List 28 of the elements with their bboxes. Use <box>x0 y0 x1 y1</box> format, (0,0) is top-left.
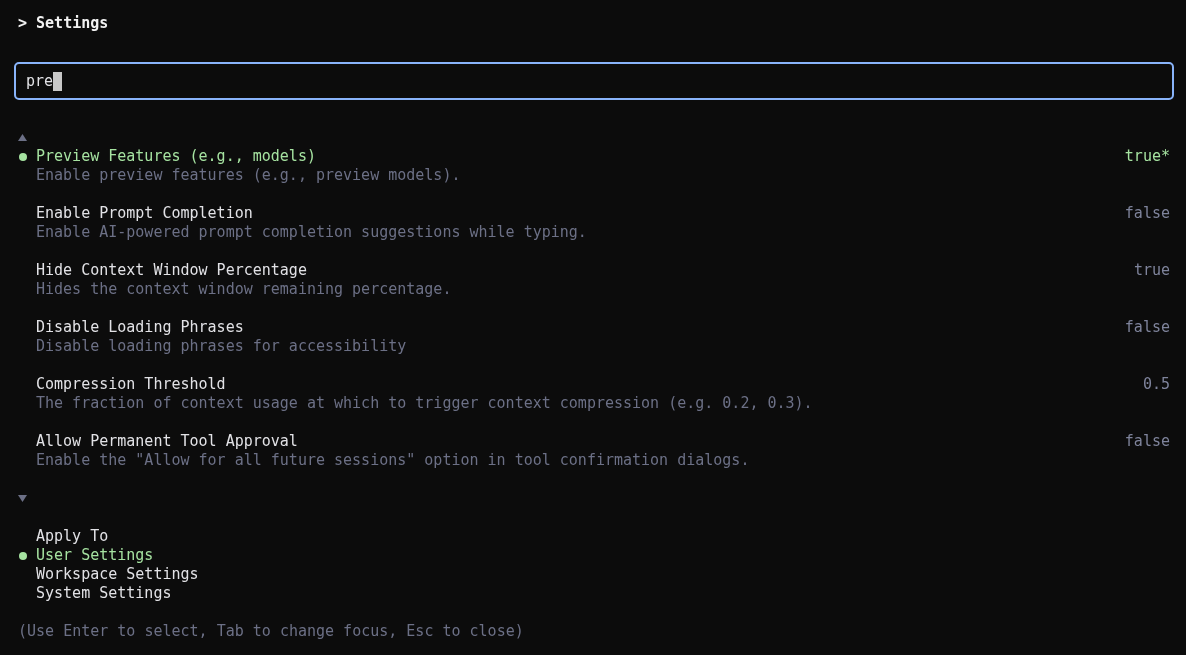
setting-description: The fraction of context usage at which to trigger context compression (e.g. 0.2, 0.3). <box>36 394 813 413</box>
setting-description: Disable loading phrases for accessibility <box>36 337 407 356</box>
apply-to-heading: Apply To <box>36 527 109 546</box>
setting-value: false <box>1124 432 1170 451</box>
settings-title: > Settings <box>18 14 109 33</box>
search-field[interactable]: pre <box>14 62 1174 100</box>
setting-value: 0.5 <box>1142 375 1170 394</box>
setting-value: false <box>1124 318 1170 337</box>
setting-label[interactable]: Compression Threshold <box>36 375 226 394</box>
setting-description: Enable preview features (e.g., preview models). <box>36 166 461 185</box>
selection-dot-icon <box>19 551 27 560</box>
scope-option[interactable]: User Settings <box>36 546 154 565</box>
setting-value: true <box>1133 261 1170 280</box>
setting-value: false <box>1124 204 1170 223</box>
setting-description: Hides the context window remaining percentage. <box>36 280 452 299</box>
scope-option[interactable]: System Settings <box>36 584 172 603</box>
setting-value: true* <box>1124 147 1170 166</box>
scope-option[interactable]: Workspace Settings <box>36 565 199 584</box>
setting-description: Enable the "Allow for all future sessions" option in tool confirmation dialogs. <box>36 451 750 470</box>
setting-label[interactable]: Enable Prompt Completion <box>36 204 253 223</box>
help-text: (Use Enter to select, Tab to change focus, Esc to close) <box>18 622 524 641</box>
text-cursor <box>53 71 63 91</box>
setting-label[interactable]: Preview Features (e.g., models) <box>36 147 316 166</box>
setting-label[interactable]: Disable Loading Phrases <box>36 318 244 337</box>
selection-dot-icon <box>19 152 27 161</box>
setting-label[interactable]: Hide Context Window Percentage <box>36 261 307 280</box>
setting-description: Enable AI-powered prompt completion suggestions while typing. <box>36 223 587 242</box>
setting-label[interactable]: Allow Permanent Tool Approval <box>36 432 298 451</box>
